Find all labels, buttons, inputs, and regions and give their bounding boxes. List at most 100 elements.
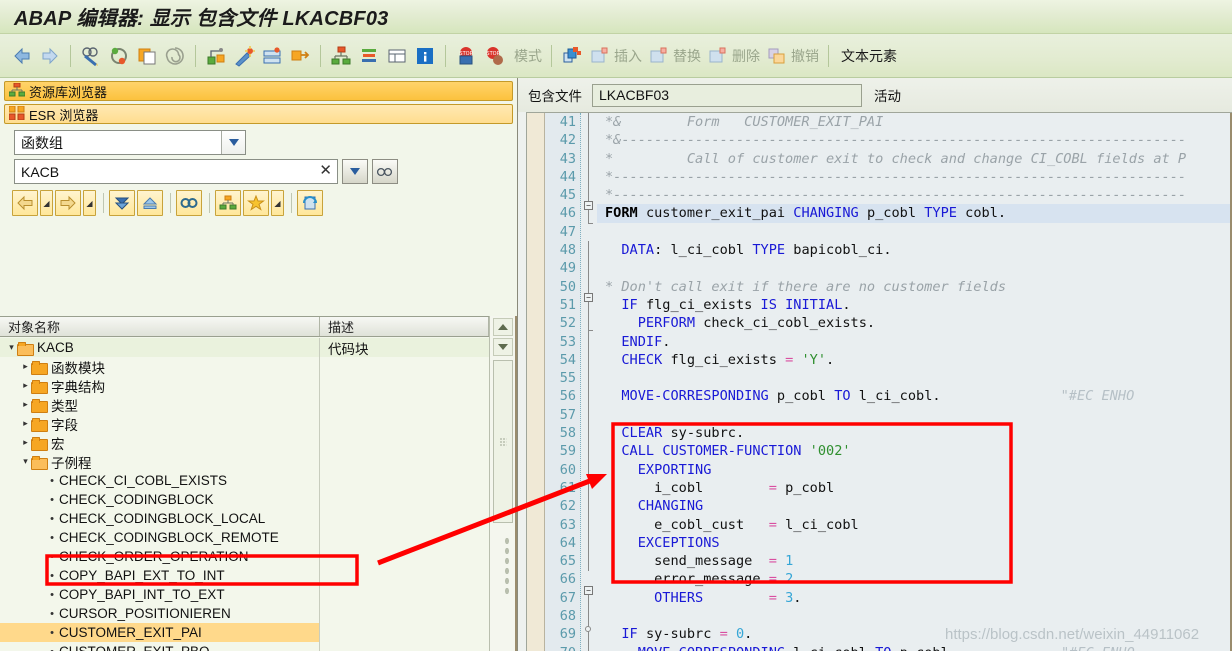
tree-row[interactable]: •CHECK_CODINGBLOCK_LOCAL — [0, 509, 489, 528]
pretty-printer-icon[interactable] — [230, 41, 258, 71]
object-type-select[interactable]: 函数组 — [14, 130, 246, 155]
tree-row[interactable]: ▾KACB代码块 — [0, 338, 489, 357]
where-used-icon[interactable] — [327, 41, 355, 71]
code-line[interactable]: FORM customer_exit_pai CHANGING p_cobl T… — [597, 204, 1232, 222]
undo-button[interactable]: 撤销 — [763, 41, 822, 71]
tree-row[interactable]: •COPY_BAPI_EXT_TO_INT — [0, 566, 489, 585]
clear-icon[interactable]: ✕ — [319, 162, 332, 180]
expand-all-button[interactable] — [109, 190, 135, 216]
collapse-all-button[interactable] — [137, 190, 163, 216]
pattern-icon[interactable] — [161, 41, 189, 71]
sidebar-item-repository-browser[interactable]: 资源库浏览器 — [4, 81, 513, 101]
tree-row[interactable]: ▸字段 — [0, 414, 489, 433]
twisty-collapsed-icon[interactable]: ▸ — [20, 380, 31, 391]
code-line[interactable]: CALL CUSTOMER-FUNCTION '002' — [597, 442, 1232, 460]
code-line[interactable]: e_cobl_cust = l_ci_cobl — [597, 516, 1232, 534]
code-line[interactable] — [597, 223, 1232, 241]
check-icon[interactable] — [258, 41, 286, 71]
object-name-input[interactable] — [14, 159, 338, 184]
forward-arrow-icon[interactable] — [36, 41, 64, 71]
code-line[interactable]: IF flg_ci_exists IS INITIAL. — [597, 296, 1232, 314]
include-name-field[interactable]: LKACBF03 — [592, 84, 862, 107]
find-button[interactable] — [176, 190, 202, 216]
navigation-stack-icon[interactable] — [355, 41, 383, 71]
tree-row[interactable]: •CHECK_CODINGBLOCK — [0, 490, 489, 509]
code-line[interactable]: CHANGING — [597, 497, 1232, 515]
debug-icon[interactable]: STOP — [452, 41, 480, 71]
tree-row[interactable]: •COPY_BAPI_INT_TO_EXT — [0, 585, 489, 604]
twisty-collapsed-icon[interactable]: ▸ — [20, 437, 31, 448]
breakpoint-icon[interactable]: STOP — [480, 41, 508, 71]
object-list-button[interactable] — [215, 190, 241, 216]
nav-forward-dropdown[interactable]: ◢ — [83, 190, 96, 216]
details-icon[interactable] — [383, 41, 411, 71]
twisty-collapsed-icon[interactable]: ▸ — [20, 418, 31, 429]
tree-row[interactable]: ▾子例程 — [0, 452, 489, 471]
tree-row[interactable]: •CHECK_ORDER_OPERATION — [0, 547, 489, 566]
code-lines[interactable]: *& Form CUSTOMER_EXIT_PAI*&-------------… — [597, 113, 1232, 651]
code-line[interactable]: error_message = 2 — [597, 570, 1232, 588]
tree-row[interactable]: •CUSTOMER_EXIT_PBO — [0, 642, 489, 651]
twisty-expanded-icon[interactable]: ▾ — [20, 456, 31, 467]
tree-row[interactable]: ▸函数模块 — [0, 357, 489, 376]
code-line[interactable]: send_message = 1 — [597, 552, 1232, 570]
activate-icon[interactable] — [286, 41, 314, 71]
code-line[interactable] — [597, 259, 1232, 277]
nav-forward-button[interactable] — [55, 190, 81, 216]
code-line[interactable] — [597, 607, 1232, 625]
code-line[interactable] — [597, 406, 1232, 424]
insert-button[interactable]: 插入 — [586, 41, 645, 71]
twisty-expanded-icon[interactable]: ▾ — [6, 342, 17, 353]
code-folding-gutter[interactable]: − − − — [581, 113, 597, 651]
code-line[interactable]: *---------------------------------------… — [597, 168, 1232, 186]
tree-row-selected[interactable]: •CUSTOMER_EXIT_PAI — [0, 623, 489, 642]
code-line[interactable]: i_cobl = p_cobl — [597, 479, 1232, 497]
code-line[interactable]: *& Form CUSTOMER_EXIT_PAI — [597, 113, 1232, 131]
code-line[interactable] — [597, 369, 1232, 387]
favorites-button[interactable] — [243, 190, 269, 216]
scroll-up-button[interactable] — [493, 318, 513, 336]
code-line[interactable]: DATA: l_ci_cobl TYPE bapicobl_ci. — [597, 241, 1232, 259]
code-line[interactable]: OTHERS = 3. — [597, 589, 1232, 607]
replace-button[interactable]: 替换 — [645, 41, 704, 71]
back-arrow-icon[interactable] — [8, 41, 36, 71]
code-line[interactable]: *&--------------------------------------… — [597, 131, 1232, 149]
code-line[interactable]: * Don't call exit if there are no custom… — [597, 278, 1232, 296]
code-line[interactable]: MOVE-CORRESPONDING p_cobl TO l_ci_cobl."… — [597, 387, 1232, 405]
tree-row[interactable]: •CURSOR_POSITIONIEREN — [0, 604, 489, 623]
twisty-collapsed-icon[interactable]: ▸ — [20, 399, 31, 410]
object-history-dropdown[interactable] — [342, 159, 368, 184]
object-display-button[interactable] — [372, 159, 398, 184]
favorites-dropdown[interactable]: ◢ — [271, 190, 284, 216]
text-elements-button[interactable]: 文本元素 — [835, 41, 900, 71]
display-change-icon[interactable] — [77, 41, 105, 71]
code-line[interactable]: CLEAR sy-subrc. — [597, 424, 1232, 442]
tree-row[interactable]: •CHECK_CODINGBLOCK_REMOTE — [0, 528, 489, 547]
code-line[interactable]: ENDIF. — [597, 333, 1232, 351]
chevron-down-icon[interactable] — [221, 131, 245, 154]
code-line[interactable]: * Call of customer exit to check and cha… — [597, 150, 1232, 168]
nav-back-dropdown[interactable]: ◢ — [40, 190, 53, 216]
sidebar-item-esr-browser[interactable]: ESR 浏览器 — [4, 104, 513, 124]
split-screen-icon[interactable] — [558, 41, 586, 71]
twisty-collapsed-icon[interactable]: ▸ — [20, 361, 31, 372]
code-line[interactable]: *---------------------------------------… — [597, 186, 1232, 204]
refresh-button[interactable] — [297, 190, 323, 216]
tree-row[interactable]: ▸类型 — [0, 395, 489, 414]
refresh-object-icon[interactable] — [105, 41, 133, 71]
code-line[interactable]: EXPORTING — [597, 461, 1232, 479]
scroll-down-button[interactable] — [493, 338, 513, 356]
code-line[interactable]: MOVE-CORRESPONDING l_ci_cobl TO p_cobl."… — [597, 644, 1232, 651]
code-line[interactable]: PERFORM check_ci_cobl_exists. — [597, 314, 1232, 332]
delete-button[interactable]: 删除 — [704, 41, 763, 71]
tree-vertical-scrollbar[interactable] — [489, 316, 515, 651]
tree-row[interactable]: ▸字典结构 — [0, 376, 489, 395]
other-object-icon[interactable] — [202, 41, 230, 71]
code-line[interactable]: EXCEPTIONS — [597, 534, 1232, 552]
code-line[interactable]: CHECK flg_ci_exists = 'Y'. — [597, 351, 1232, 369]
info-icon[interactable] — [411, 41, 439, 71]
tree-row[interactable]: ▸宏 — [0, 433, 489, 452]
scrollbar-thumb[interactable] — [493, 360, 513, 523]
tree-row[interactable]: •CHECK_CI_COBL_EXISTS — [0, 471, 489, 490]
nav-back-button[interactable] — [12, 190, 38, 216]
